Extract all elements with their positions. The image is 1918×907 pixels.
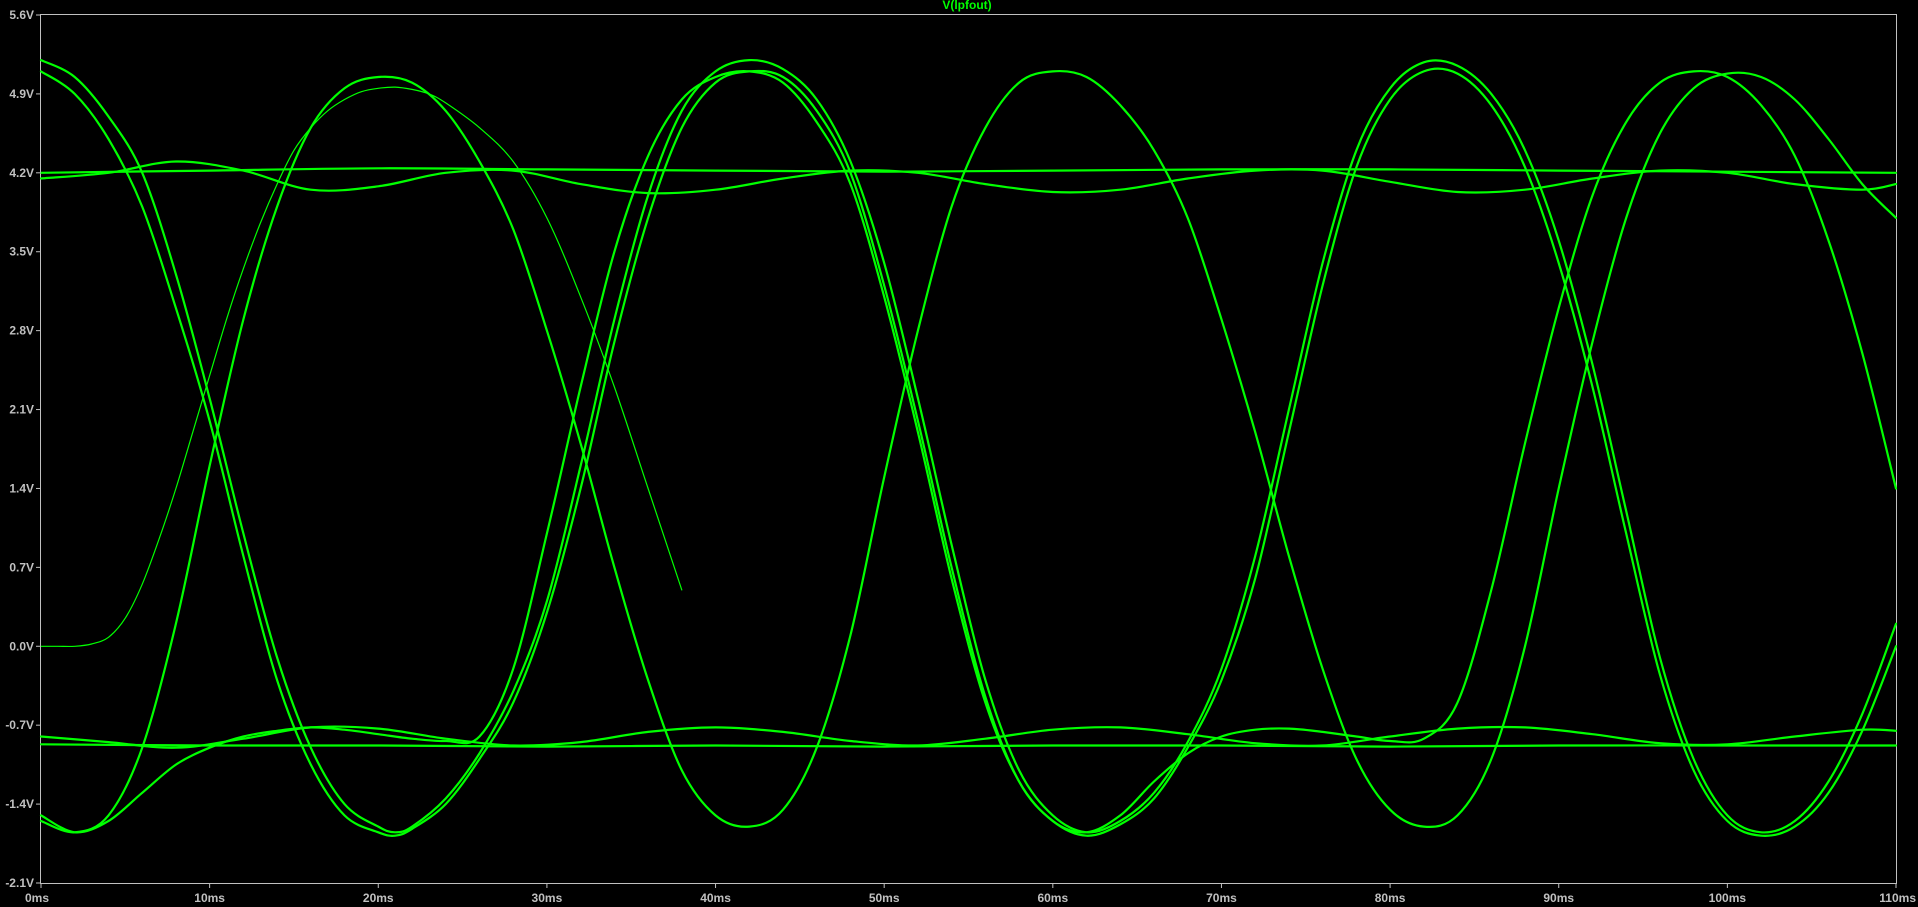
x-tick-label: 10ms <box>194 891 225 905</box>
y-tick-label: 4.2V <box>9 166 34 180</box>
y-tick-label: 1.4V <box>9 481 34 495</box>
y-tick-label: 2.1V <box>9 403 34 417</box>
y-tick-label: 3.5V <box>9 245 34 259</box>
x-tick-label: 20ms <box>363 891 394 905</box>
x-tick-label: 0ms <box>25 891 49 905</box>
trace-line <box>39 69 1898 834</box>
x-tick-label: 110ms <box>1879 891 1916 905</box>
trace-group <box>39 58 1898 837</box>
y-tick-label: 0.7V <box>9 560 34 574</box>
x-axis: 0ms 10ms 20ms 30ms 40ms 50ms 60ms 70ms 80ms 90ms 1… <box>25 883 1916 905</box>
x-tick-label: 30ms <box>532 891 563 905</box>
x-tick-label: 60ms <box>1037 891 1068 905</box>
x-tick-label: 40ms <box>700 891 731 905</box>
plot-frame <box>40 14 1897 884</box>
x-tick-label: 70ms <box>1206 891 1237 905</box>
y-tick-label: -2.1V <box>5 876 34 890</box>
y-tick-label: -1.4V <box>5 797 34 811</box>
x-tick-label: 80ms <box>1375 891 1406 905</box>
x-tick-label: 90ms <box>1543 891 1574 905</box>
y-tick-label: 0.0V <box>9 639 34 653</box>
trace-line <box>39 743 1898 748</box>
plot-title[interactable]: V(lpfout) <box>942 0 991 12</box>
y-tick-label: 4.9V <box>9 87 34 101</box>
y-tick-label: 2.8V <box>9 324 34 338</box>
x-tick-label: 50ms <box>869 891 900 905</box>
x-tick-label: 100ms <box>1709 891 1747 905</box>
y-tick-label: -0.7V <box>5 718 34 732</box>
waveform-plot: V(lpfout) 5.6V 4.9V 4.2V 3.5V 2.8V 2.1V 1.4V 0.… <box>5 0 1916 905</box>
y-axis: 5.6V 4.9V 4.2V 3.5V 2.8V 2.1V 1.4V 0.7V 0.0V -0.7… <box>5 8 41 890</box>
y-tick-label: 5.6V <box>9 8 34 22</box>
trace-line <box>39 69 1898 834</box>
trace-line <box>39 160 1898 195</box>
trace-line <box>39 67 1898 837</box>
trace-line <box>39 167 1898 174</box>
